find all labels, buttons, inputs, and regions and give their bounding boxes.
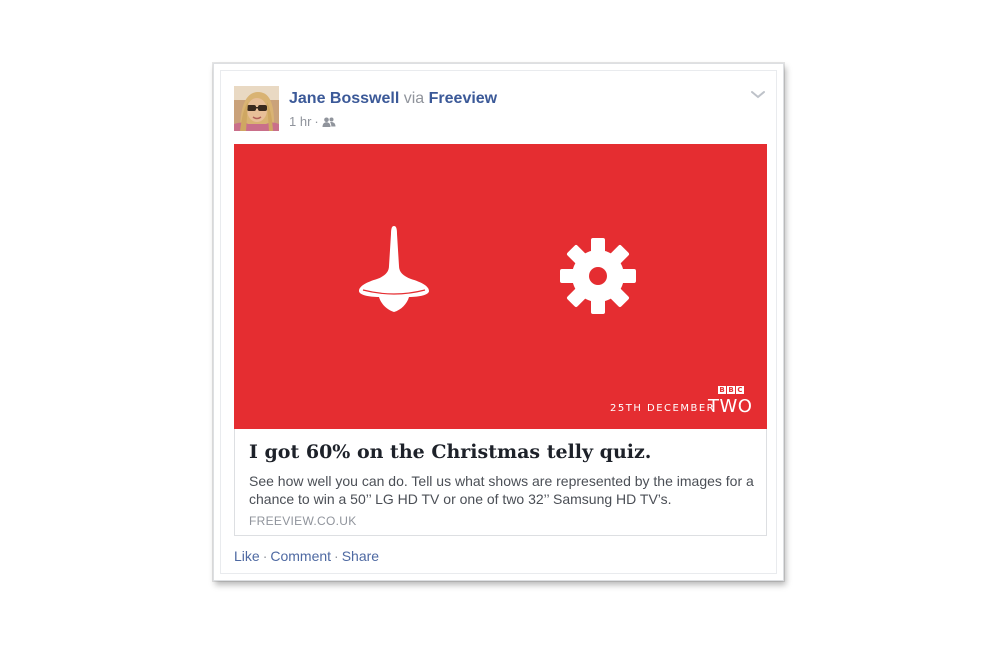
date-caption: 25TH DECEMBER — [610, 403, 716, 414]
preview-image[interactable]: B B C TWO 25TH DECEMBER — [234, 144, 767, 429]
preview-domain: FREEVIEW.CO.UK — [249, 514, 357, 528]
like-link[interactable]: Like — [234, 548, 260, 564]
spinning-top-icon — [359, 226, 429, 312]
meta-separator: · — [314, 114, 319, 129]
author-name-link[interactable]: Jane Bosswell — [289, 90, 399, 107]
gear-icon — [560, 238, 636, 314]
avatar-image — [234, 86, 279, 131]
action-separator: · — [262, 548, 268, 564]
chevron-down-icon[interactable] — [749, 88, 767, 102]
author-avatar[interactable] — [234, 86, 279, 131]
post-header: Jane Bosswell via Freeview — [289, 90, 497, 108]
preview-description: See how well you can do. Tell us what sh… — [249, 473, 754, 507]
preview-title[interactable]: I got 60% on the Christmas telly quiz. — [249, 441, 651, 463]
link-preview[interactable]: B B C TWO 25TH DECEMBER I got 60% on the… — [234, 144, 767, 536]
app-name-link[interactable]: Freeview — [429, 90, 497, 107]
post-meta: 1 hr · — [289, 114, 336, 129]
post-actions: Like · Comment · Share — [234, 548, 379, 564]
post-timestamp[interactable]: 1 hr — [289, 114, 311, 129]
bbc-logo-letter: C — [736, 386, 744, 394]
bbc-logo-letter: B — [718, 386, 726, 394]
action-separator: · — [334, 548, 339, 564]
share-link[interactable]: Share — [342, 548, 379, 564]
via-label: via — [403, 90, 425, 107]
comment-link[interactable]: Comment — [270, 548, 331, 564]
friends-icon[interactable] — [322, 117, 336, 127]
bbc-logo: B B C — [718, 386, 744, 394]
post-card: Jane Bosswell via Freeview 1 hr · B B C … — [213, 63, 784, 581]
bbc-logo-letter: B — [727, 386, 735, 394]
